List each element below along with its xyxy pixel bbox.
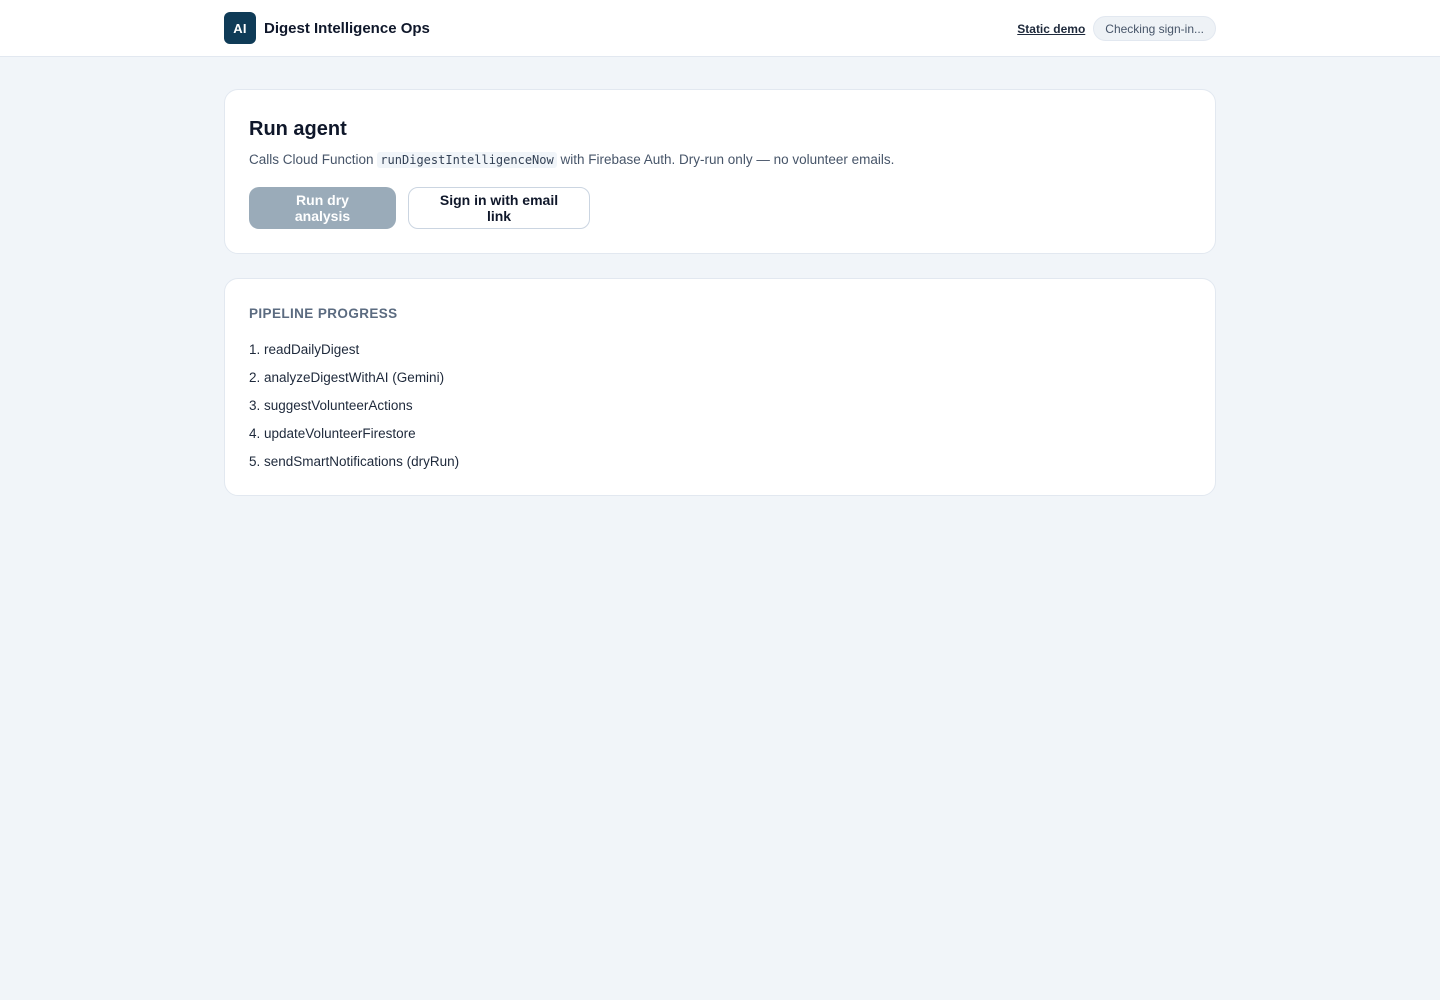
function-name-code: runDigestIntelligenceNow bbox=[377, 152, 557, 168]
run-agent-title: Run agent bbox=[249, 118, 347, 140]
brand: AI Digest Intelligence Ops bbox=[224, 12, 430, 44]
pipeline-step: 3. suggestVolunteerActions bbox=[249, 398, 413, 413]
description-prefix: Calls Cloud Function bbox=[249, 152, 374, 167]
pipeline-step: 4. updateVolunteerFirestore bbox=[249, 426, 416, 441]
run-agent-card: Run agent Calls Cloud Function runDigest… bbox=[224, 89, 1216, 254]
top-actions: Static demo Checking sign-in... bbox=[1017, 16, 1216, 41]
pipeline-progress-card: PIPELINE PROGRESS 1. readDailyDigest 2. … bbox=[224, 278, 1216, 496]
description-suffix: with Firebase Auth. Dry-run only — no vo… bbox=[560, 152, 895, 167]
pipeline-step: 5. sendSmartNotifications (dryRun) bbox=[249, 454, 460, 469]
pipeline-step: 1. readDailyDigest bbox=[249, 342, 360, 357]
pipeline-steps-list: 1. readDailyDigest 2. analyzeDigestWithA… bbox=[249, 340, 459, 480]
app-title: Digest Intelligence Ops bbox=[264, 19, 430, 37]
sign-in-email-link-button[interactable]: Sign in with email link bbox=[408, 187, 590, 229]
top-bar: AI Digest Intelligence Ops Static demo C… bbox=[0, 0, 1440, 57]
static-demo-link[interactable]: Static demo bbox=[1017, 22, 1085, 36]
run-agent-description: Calls Cloud Function runDigestIntelligen… bbox=[249, 152, 895, 168]
pipeline-progress-label: PIPELINE PROGRESS bbox=[249, 306, 398, 321]
pipeline-step: 2. analyzeDigestWithAI (Gemini) bbox=[249, 370, 445, 385]
app-logo-icon: AI bbox=[224, 12, 256, 44]
auth-status-badge: Checking sign-in... bbox=[1093, 16, 1216, 41]
action-buttons: Run dry analysis Sign in with email link bbox=[249, 187, 590, 229]
run-dry-analysis-button[interactable]: Run dry analysis bbox=[249, 187, 396, 229]
